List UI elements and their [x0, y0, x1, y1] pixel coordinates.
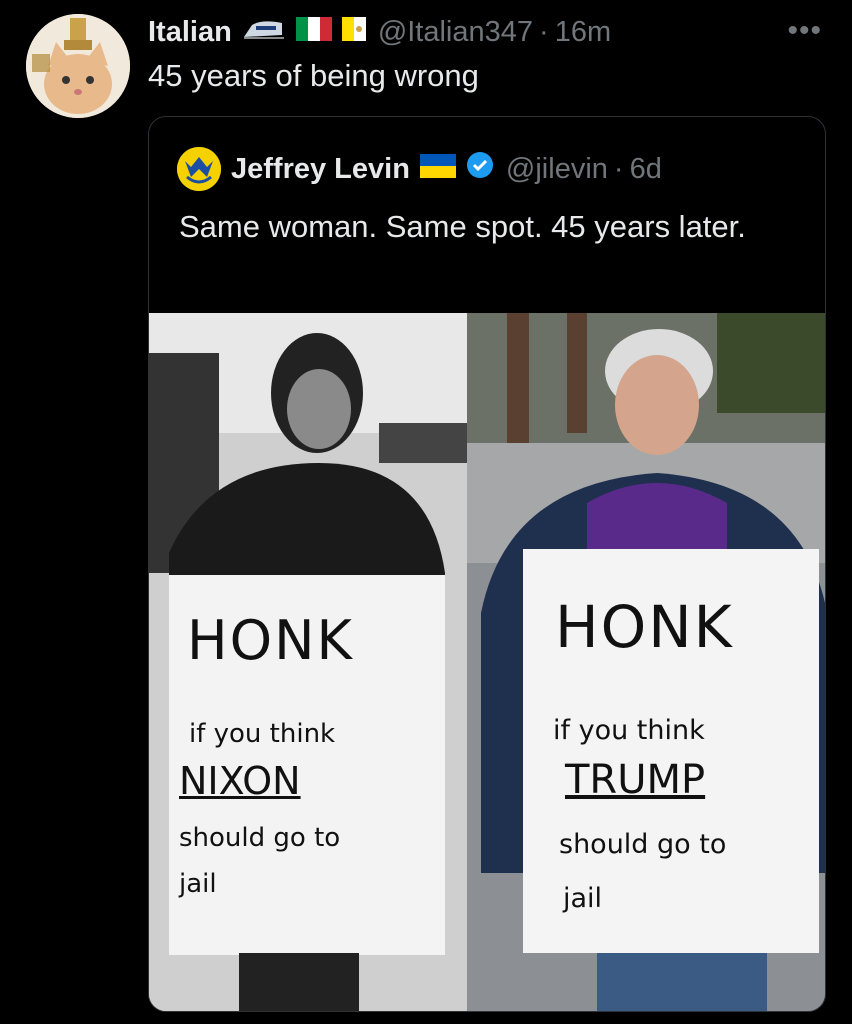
photo-right: HONK if you think TRUMP should go to jai… [467, 313, 825, 1011]
left-sign-line4: should go to [179, 823, 341, 853]
trident-avatar-icon [177, 147, 221, 191]
left-sign-name: NIXON [179, 759, 301, 803]
right-sign-honk: HONK [555, 593, 734, 661]
quoted-tweet[interactable]: Jeffrey Levin @jilevin · 6d Same woman. … [148, 116, 826, 1012]
quoted-avatar[interactable] [177, 147, 221, 191]
quoted-text: Same woman. Same spot. 45 years later. [179, 209, 746, 244]
right-sign-name: TRUMP [565, 757, 706, 803]
train-icon [242, 16, 286, 49]
ukraine-flag-icon [419, 153, 456, 186]
left-sign-line2: if you think [189, 719, 336, 749]
more-horizontal-icon: ••• [787, 14, 822, 47]
timestamp[interactable]: 16m [555, 16, 611, 49]
photo-left: HONK if you think NIXON should go to jai… [149, 313, 467, 1011]
author-name[interactable]: Italian [148, 16, 232, 49]
separator: · [539, 15, 549, 48]
more-options-button[interactable]: ••• [787, 14, 822, 48]
right-sign-line5: jail [563, 883, 603, 914]
cat-avatar-icon [26, 14, 130, 118]
author-handle[interactable]: @Italian347 [378, 16, 533, 49]
quoted-timestamp[interactable]: 6d [630, 153, 662, 186]
verified-badge-icon [466, 151, 494, 187]
photo-right-graphic [467, 313, 825, 1011]
right-sign-line2: if you think [553, 715, 705, 746]
italy-flag-icon [295, 16, 332, 49]
left-sign-line5: jail [179, 869, 217, 899]
tweet-header: Italian @Italian347 · 16m [148, 12, 828, 52]
tweet-text: 45 years of being wrong [148, 58, 479, 93]
author-avatar[interactable] [26, 14, 130, 118]
quoted-separator: · [613, 152, 624, 185]
quoted-header: Jeffrey Levin @jilevin · 6d [177, 147, 662, 191]
left-sign-honk: HONK [187, 609, 354, 672]
right-sign-line4: should go to [559, 829, 727, 860]
tweet-media[interactable]: HONK if you think NIXON should go to jai… [149, 313, 825, 1011]
vatican-flag-icon [341, 16, 366, 49]
quoted-handle[interactable]: @jilevin [506, 153, 608, 186]
quoted-author-name[interactable]: Jeffrey Levin [231, 153, 410, 186]
